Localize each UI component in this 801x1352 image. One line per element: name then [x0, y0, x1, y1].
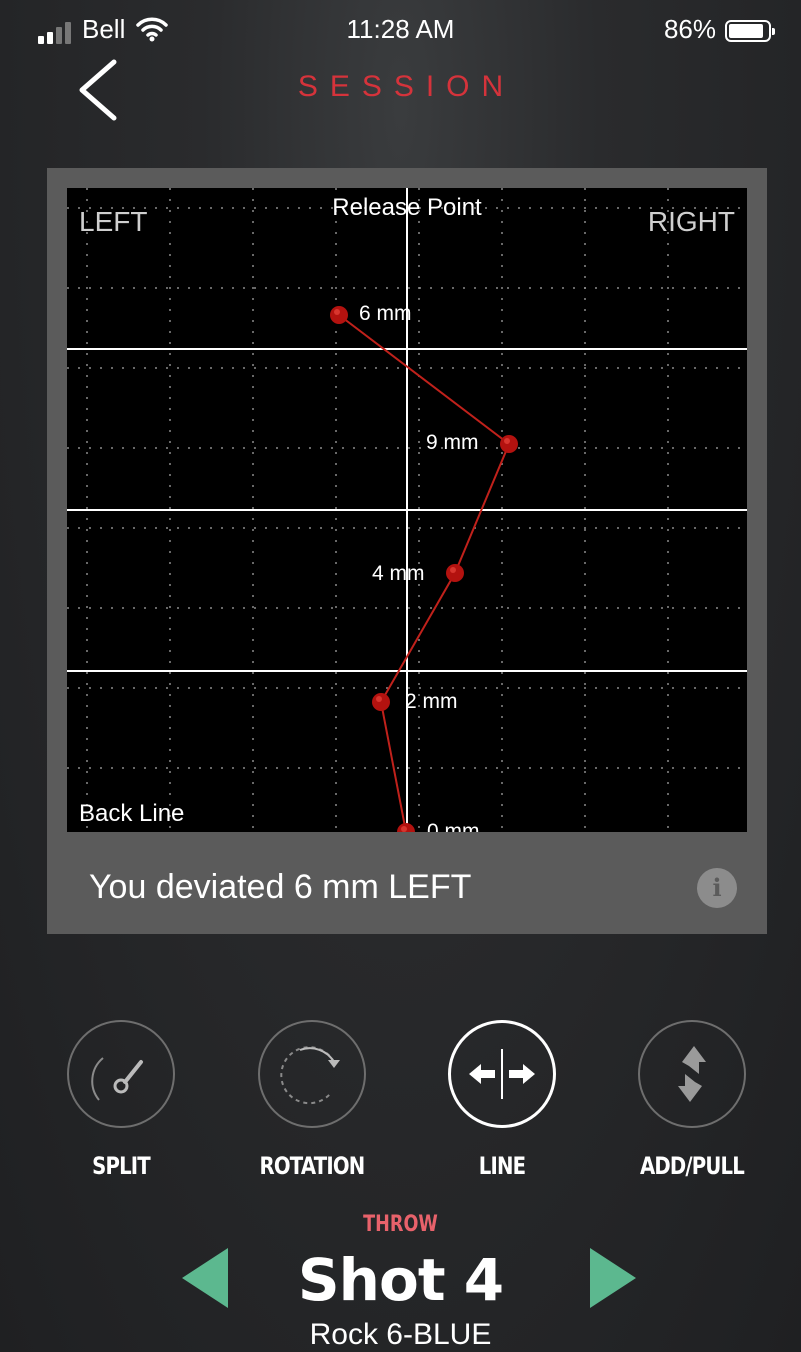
line-deviation-card: LEFT RIGHT Release Point Back Line 6 mm … [47, 168, 767, 934]
add-pull-icon[interactable] [638, 1020, 746, 1128]
deviation-point-highlight-5 [401, 826, 407, 832]
deviation-point-highlight-4 [376, 696, 382, 702]
next-shot-button[interactable] [588, 1246, 638, 1310]
mode-rotation[interactable]: ROTATION [247, 1010, 377, 1190]
deviation-point-2 [500, 435, 518, 453]
page-title: SESSION [297, 70, 516, 103]
back-line-label: Back Line [79, 800, 185, 827]
mode-split[interactable]: SPLIT [56, 1010, 186, 1190]
line-plot-svg [67, 188, 747, 832]
rock-label: Rock 6-BLUE [309, 1318, 492, 1351]
mode-line-label: LINE [478, 1152, 526, 1180]
deviation-point-highlight-1 [334, 309, 340, 315]
battery-icon [725, 20, 775, 42]
point-label-1: 6 mm [359, 302, 412, 325]
shot-number: Shot 4 [297, 1246, 504, 1314]
status-bar: Bell 11:28 AM 86% [0, 0, 801, 60]
mode-line[interactable]: LINE [437, 1010, 567, 1190]
stopwatch-icon[interactable] [67, 1020, 175, 1128]
deviation-point-1 [330, 306, 348, 324]
mode-selector: SPLIT ROTATION LINE ADD/PULL [0, 1010, 801, 1190]
point-label-2: 9 mm [426, 431, 479, 454]
mode-split-label: SPLIT [92, 1152, 151, 1180]
rotation-icon[interactable] [258, 1020, 366, 1128]
battery-percent: 86% [663, 14, 716, 44]
deviation-point-highlight-3 [450, 567, 456, 573]
throw-label: THROW [363, 1212, 438, 1237]
mode-add-pull-label: ADD/PULL [639, 1152, 745, 1180]
deviation-result: You deviated 6 mm LEFT [89, 868, 472, 906]
release-point-label: Release Point [332, 194, 482, 221]
line-plot: LEFT RIGHT Release Point Back Line 6 mm … [67, 188, 747, 832]
mode-add-pull[interactable]: ADD/PULL [627, 1010, 757, 1190]
mode-rotation-label: ROTATION [259, 1152, 366, 1180]
deviation-point-3 [446, 564, 464, 582]
point-label-3: 4 mm [372, 562, 425, 585]
deviation-point-4 [372, 693, 390, 711]
info-icon[interactable]: i [697, 868, 737, 908]
point-label-4: 2 mm [405, 690, 458, 713]
line-arrows-icon[interactable] [448, 1020, 556, 1128]
point-label-5: 0 mm [427, 820, 480, 832]
deviation-point-highlight-2 [504, 438, 510, 444]
